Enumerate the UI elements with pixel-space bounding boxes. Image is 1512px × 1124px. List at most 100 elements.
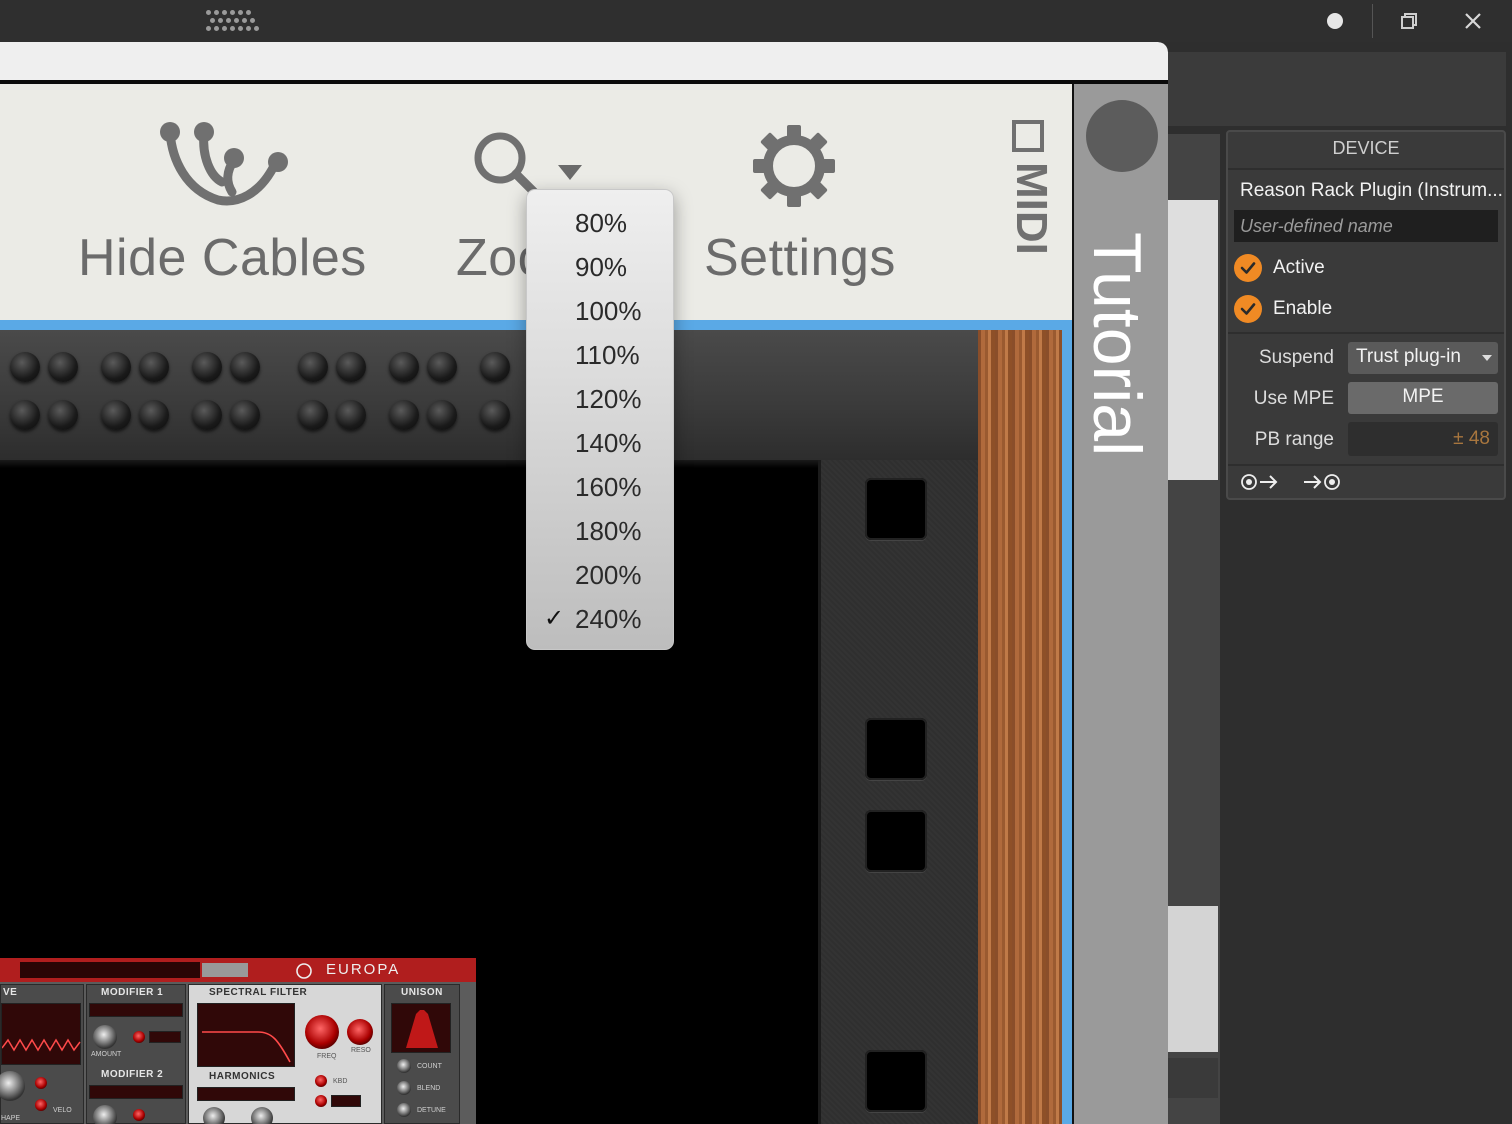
count-knob[interactable] — [397, 1059, 411, 1073]
jack[interactable] — [298, 400, 328, 430]
daw-header-strip — [1168, 52, 1506, 126]
detune-label: DETUNE — [417, 1107, 446, 1114]
zoom-option[interactable]: 80% — [527, 202, 675, 246]
settings-button[interactable]: Settings — [690, 114, 910, 294]
pb-range-field[interactable]: ± 48 — [1348, 422, 1498, 456]
panel-label: VE — [3, 987, 18, 998]
amount-knob[interactable] — [93, 1025, 117, 1049]
freq-knob[interactable] — [305, 1015, 339, 1049]
zoom-option[interactable]: 160% — [527, 466, 675, 510]
harmonics-display[interactable] — [197, 1087, 295, 1101]
close-icon[interactable] — [1453, 6, 1493, 36]
jack[interactable] — [139, 400, 169, 430]
jack[interactable] — [230, 352, 260, 382]
title-bar — [0, 0, 1512, 42]
mod-knob[interactable] — [35, 1077, 47, 1089]
jack[interactable] — [427, 400, 457, 430]
zoom-option[interactable]: 110% — [527, 334, 675, 378]
jack[interactable] — [230, 400, 260, 430]
envelope-panel: VE VELO HAPE — [0, 984, 84, 1124]
active-toggle[interactable]: Active — [1234, 252, 1325, 284]
pb-range-label: PB range — [1254, 429, 1334, 450]
patch-display[interactable] — [20, 962, 200, 978]
blend-knob[interactable] — [397, 1081, 411, 1095]
jack[interactable] — [101, 352, 131, 382]
jack[interactable] — [48, 400, 78, 430]
zoom-option[interactable]: 120% — [527, 378, 675, 422]
zoom-option[interactable]: ✓ 240% — [527, 598, 675, 642]
jack[interactable] — [139, 352, 169, 382]
track-cell[interactable] — [1168, 200, 1218, 480]
midi-toggle[interactable]: MIDI — [998, 114, 1058, 284]
grip-icon[interactable] — [204, 8, 260, 34]
zoom-option-label: 100% — [575, 296, 642, 326]
track-cell[interactable] — [1168, 906, 1218, 1052]
gear-icon — [753, 125, 835, 207]
tutorial-tab[interactable]: Tutorial — [1074, 84, 1168, 1124]
jack[interactable] — [10, 352, 40, 382]
enable-toggle[interactable]: Enable — [1234, 293, 1332, 325]
rail-hole — [865, 810, 927, 872]
modifier1-value — [149, 1031, 181, 1043]
user-defined-name-input[interactable] — [1234, 210, 1498, 242]
mpe-button[interactable]: MPE — [1348, 382, 1498, 414]
jack[interactable] — [427, 352, 457, 382]
amount-label: AMOUNT — [91, 1051, 122, 1058]
jack[interactable] — [192, 400, 222, 430]
patch-controls[interactable] — [202, 963, 248, 977]
jack[interactable] — [10, 400, 40, 430]
jack[interactable] — [192, 352, 222, 382]
audio-in-icon[interactable] — [1302, 470, 1344, 494]
zoom-option[interactable]: 90% — [527, 246, 675, 290]
enable-label: Enable — [1273, 298, 1333, 319]
modifier1-display[interactable] — [89, 1003, 183, 1017]
europa-header: EUROPA — [0, 958, 476, 982]
jack[interactable] — [389, 352, 419, 382]
velo-knob[interactable] — [35, 1099, 47, 1111]
zoom-option-label: 120% — [575, 384, 642, 414]
europa-logo: EUROPA — [326, 961, 401, 978]
checkmark-icon — [1234, 254, 1262, 282]
suspend-select[interactable]: Trust plug-in — [1348, 342, 1498, 374]
panel-label: MODIFIER 2 — [101, 1069, 164, 1080]
harmonics-knob[interactable] — [251, 1107, 273, 1124]
daw-track-column — [1168, 134, 1220, 1124]
rail-hole — [865, 1050, 927, 1112]
record-dot-icon[interactable] — [1315, 6, 1355, 36]
jack[interactable] — [336, 400, 366, 430]
modifier2-display[interactable] — [89, 1085, 183, 1099]
kbd-label: KBD — [333, 1078, 348, 1085]
mod-knob[interactable] — [133, 1031, 145, 1043]
jack[interactable] — [336, 352, 366, 382]
amount-knob[interactable] — [93, 1105, 117, 1124]
harmonics-knob[interactable] — [203, 1107, 225, 1124]
zoom-dropdown-menu: 80% 90% 100% 110% 120% 140% 160% 180% 200% ✓ 240% — [526, 189, 674, 650]
zoom-option[interactable]: 180% — [527, 510, 675, 554]
spectral-filter-panel: SPECTRAL FILTER FREQ RESO HARMONICS KBD — [188, 984, 382, 1124]
shape-knob[interactable] — [0, 1071, 25, 1101]
reso-knob[interactable] — [347, 1019, 373, 1045]
restore-window-icon[interactable] — [1389, 6, 1429, 36]
jack[interactable] — [101, 400, 131, 430]
filter-curve-display — [197, 1003, 295, 1067]
zoom-option[interactable]: 100% — [527, 290, 675, 334]
jack[interactable] — [48, 352, 78, 382]
track-cell[interactable] — [1168, 1058, 1218, 1098]
mod-knob[interactable] — [133, 1109, 145, 1121]
audio-out-icon[interactable] — [1240, 470, 1282, 494]
detune-knob[interactable] — [397, 1103, 411, 1117]
freq-label: FREQ — [317, 1053, 337, 1060]
waveform-display — [1, 1003, 81, 1065]
europa-synth-device[interactable]: EUROPA VE VELO HAPE MODIFIER 1 AMOUNT MO… — [0, 958, 476, 1124]
zoom-option[interactable]: 200% — [527, 554, 675, 598]
zoom-option[interactable]: 140% — [527, 422, 675, 466]
hide-cables-button[interactable]: Hide Cables — [70, 114, 380, 294]
tutorial-indicator[interactable] — [1086, 100, 1158, 172]
jack[interactable] — [480, 400, 510, 430]
jack[interactable] — [389, 400, 419, 430]
env-knob[interactable] — [315, 1095, 327, 1107]
kbd-knob[interactable] — [315, 1075, 327, 1087]
jack[interactable] — [298, 352, 328, 382]
env-value — [331, 1095, 361, 1107]
jack[interactable] — [480, 352, 510, 382]
